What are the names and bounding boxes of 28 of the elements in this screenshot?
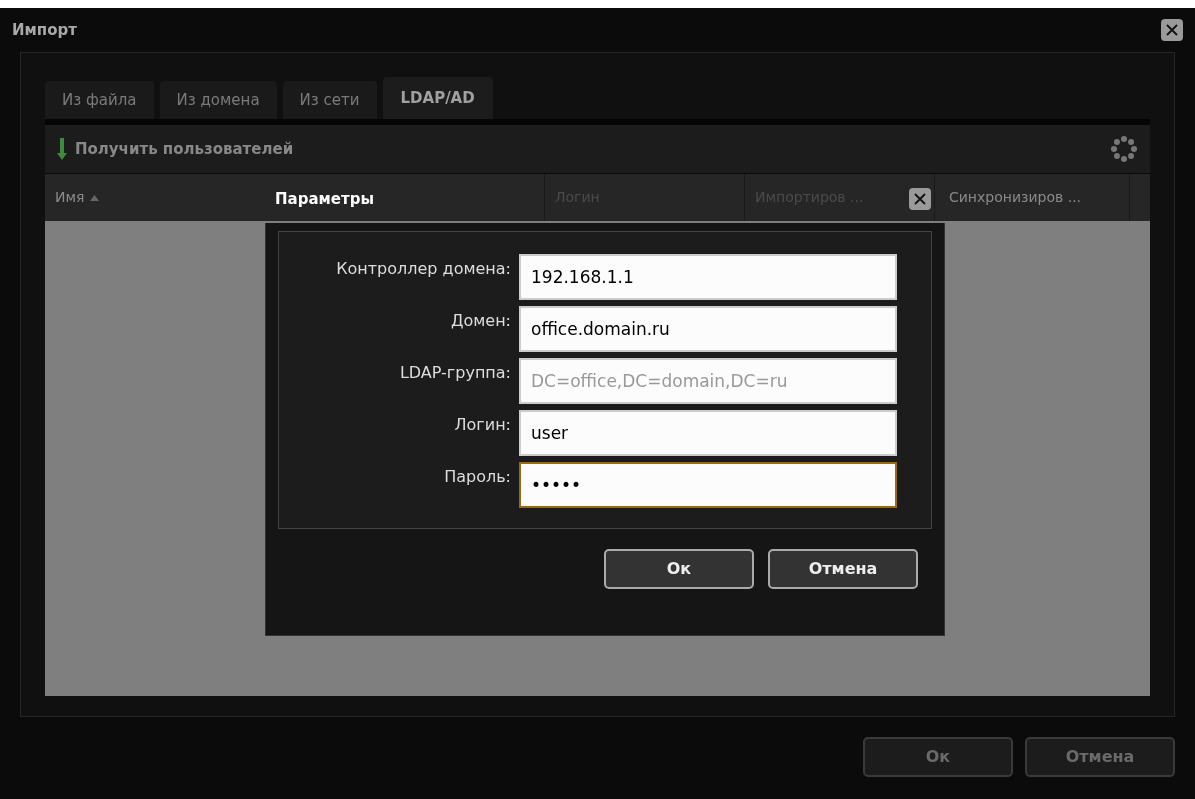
text-field[interactable]: 192.168.1.1 [519,254,897,300]
loading-spinner-icon [1110,135,1138,163]
dialog-button[interactable]: Ок [863,737,1013,777]
down-arrow-icon [57,138,67,160]
get-users-button[interactable]: Получить пользователей [57,137,294,161]
field-label: Домен: [449,310,511,332]
close-icon [913,192,927,206]
tab[interactable]: LDAP/AD [382,77,493,119]
text-field[interactable]: office.domain.ru [519,306,897,352]
close-icon [1165,23,1179,37]
dialog-button[interactable]: Ок [604,549,754,589]
field-label: LDAP-группа: [398,362,511,384]
sort-up-icon [90,194,100,201]
field-label: Логин: [453,414,511,436]
close-button[interactable] [1161,19,1183,41]
field-label: Контроллер домена: [335,258,511,280]
dialog-button[interactable]: Отмена [768,549,918,589]
text-field[interactable]: DC=office,DC=domain,DC=ru [519,358,897,404]
dialog-close-button[interactable] [909,188,931,210]
window-title: Импорт [12,19,77,41]
text-field[interactable]: user [519,410,897,456]
tab[interactable]: Из домена [159,81,277,119]
tab[interactable]: Из файла [45,81,154,119]
dialog-title: Параметры [275,188,374,210]
field-label: Пароль: [443,466,511,488]
tab[interactable]: Из сети [282,81,377,119]
dialog-button[interactable]: Отмена [1025,737,1175,777]
text-field[interactable]: ••••• [519,462,897,508]
